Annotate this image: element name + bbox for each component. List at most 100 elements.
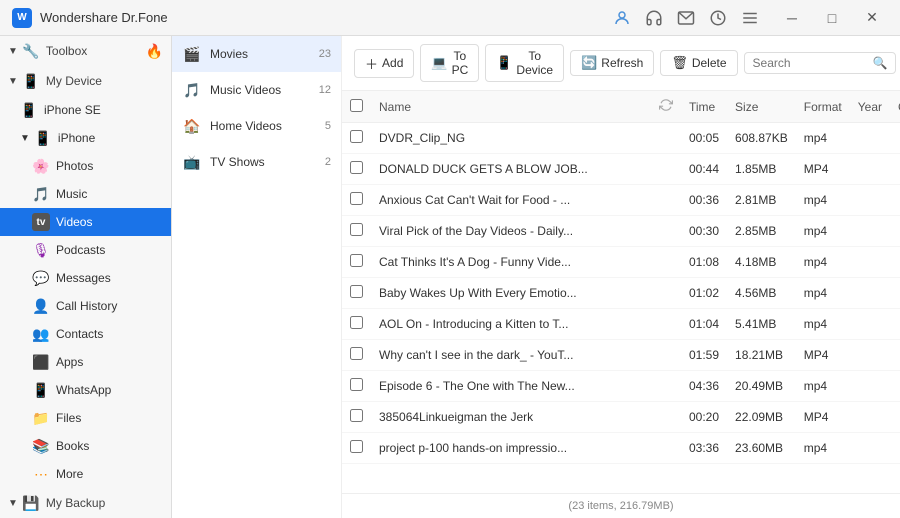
iphone-label: iPhone xyxy=(58,131,163,145)
sidebar-item-contacts[interactable]: 👥 Contacts xyxy=(0,320,171,348)
delete-label: Delete xyxy=(692,56,727,70)
row-checkbox-1[interactable] xyxy=(350,161,363,174)
row-check-10[interactable] xyxy=(342,433,371,464)
sidebar-item-messages[interactable]: 💬 Messages xyxy=(0,264,171,292)
home-videos-count: 5 xyxy=(325,120,331,132)
podcasts-label: Podcasts xyxy=(56,243,163,257)
home-videos-label: Home Videos xyxy=(210,119,325,133)
sidebar-item-iphonese[interactable]: 📱 iPhone SE xyxy=(0,96,171,124)
category-tv-shows[interactable]: 📺 TV Shows 2 xyxy=(172,144,341,180)
content-area: 🎬 Movies 23 🎵 Music Videos 12 🏠 Home Vid… xyxy=(172,36,900,518)
row-check-7[interactable] xyxy=(342,340,371,371)
to-pc-button[interactable]: 💻 To PC xyxy=(420,44,479,82)
row-sync-9 xyxy=(651,402,681,433)
contacts-icon: 👥 xyxy=(32,325,50,343)
search-input[interactable] xyxy=(753,56,873,70)
row-format-10: mp4 xyxy=(796,433,850,464)
table-row: DVDR_Clip_NG 00:05 608.87KB mp4 xyxy=(342,123,900,154)
col-header-format: Format xyxy=(796,91,850,123)
sidebar-item-videos[interactable]: tv Videos xyxy=(0,208,171,236)
delete-button[interactable]: 🗑 Delete xyxy=(660,50,737,76)
row-format-0: mp4 xyxy=(796,123,850,154)
row-time-0: 00:05 xyxy=(681,123,727,154)
sidebar-item-podcasts[interactable]: 🎙 Podcasts xyxy=(0,236,171,264)
row-checkbox-10[interactable] xyxy=(350,440,363,453)
row-checkbox-6[interactable] xyxy=(350,316,363,329)
mydevice-label: My Device xyxy=(46,74,163,88)
row-checkbox-3[interactable] xyxy=(350,223,363,236)
sidebar-item-music[interactable]: 🎵 Music xyxy=(0,180,171,208)
row-year-0 xyxy=(850,123,890,154)
row-genre-7 xyxy=(890,340,900,371)
mail-icon[interactable] xyxy=(672,4,700,32)
books-label: Books xyxy=(56,439,163,453)
sidebar-group-mybackup[interactable]: ▼ 💾 My Backup xyxy=(0,488,171,518)
row-check-5[interactable] xyxy=(342,278,371,309)
search-icon: 🔍 xyxy=(873,56,888,70)
sidebar-item-apps[interactable]: ⬛ Apps xyxy=(0,348,171,376)
row-name-6: AOL On - Introducing a Kitten to T... xyxy=(371,309,651,340)
mybackup-label: My Backup xyxy=(46,496,163,510)
to-device-button[interactable]: 📱 To Device xyxy=(485,44,564,82)
files-icon: 📁 xyxy=(32,409,50,427)
maximize-button[interactable]: □ xyxy=(816,6,848,30)
row-checkbox-2[interactable] xyxy=(350,192,363,205)
row-year-9 xyxy=(850,402,890,433)
category-music-videos[interactable]: 🎵 Music Videos 12 xyxy=(172,72,341,108)
search-box[interactable]: 🔍 xyxy=(744,52,897,74)
sidebar: ▼ 🔧 Toolbox 🔥 ▼ 📱 My Device 📱 iPhone SE … xyxy=(0,36,172,518)
row-check-0[interactable] xyxy=(342,123,371,154)
menu-icon[interactable] xyxy=(736,4,764,32)
user-icon[interactable] xyxy=(608,4,636,32)
sidebar-item-files[interactable]: 📁 Files xyxy=(0,404,171,432)
row-time-5: 01:02 xyxy=(681,278,727,309)
col-header-check[interactable] xyxy=(342,91,371,123)
table-row: Anxious Cat Can't Wait for Food - ... 00… xyxy=(342,185,900,216)
sidebar-group-mydevice[interactable]: ▼ 📱 My Device xyxy=(0,66,171,96)
row-checkbox-5[interactable] xyxy=(350,285,363,298)
row-checkbox-7[interactable] xyxy=(350,347,363,360)
row-genre-2 xyxy=(890,185,900,216)
row-time-2: 00:36 xyxy=(681,185,727,216)
sidebar-item-more[interactable]: ⋯ More xyxy=(0,460,171,488)
row-checkbox-8[interactable] xyxy=(350,378,363,391)
row-check-3[interactable] xyxy=(342,216,371,247)
row-check-4[interactable] xyxy=(342,247,371,278)
row-year-3 xyxy=(850,216,890,247)
row-checkbox-4[interactable] xyxy=(350,254,363,267)
row-check-1[interactable] xyxy=(342,154,371,185)
sidebar-item-callhistory[interactable]: 👤 Call History xyxy=(0,292,171,320)
sidebar-item-photos[interactable]: 🌸 Photos xyxy=(0,152,171,180)
row-size-1: 1.85MB xyxy=(727,154,796,185)
refresh-button[interactable]: 🔄 Refresh xyxy=(570,50,654,76)
sidebar-item-iphone[interactable]: ▼ 📱 iPhone xyxy=(0,124,171,152)
row-size-5: 4.56MB xyxy=(727,278,796,309)
messages-label: Messages xyxy=(56,271,163,285)
select-all-checkbox[interactable] xyxy=(350,99,363,112)
sidebar-item-books[interactable]: 📚 Books xyxy=(0,432,171,460)
sidebar-item-toolbox[interactable]: ▼ 🔧 Toolbox 🔥 xyxy=(0,36,171,66)
row-check-6[interactable] xyxy=(342,309,371,340)
row-checkbox-9[interactable] xyxy=(350,409,363,422)
row-check-8[interactable] xyxy=(342,371,371,402)
minimize-button[interactable]: ─ xyxy=(776,6,808,30)
refresh-icon: 🔄 xyxy=(581,55,597,71)
row-time-4: 01:08 xyxy=(681,247,727,278)
row-format-7: MP4 xyxy=(796,340,850,371)
category-home-videos[interactable]: 🏠 Home Videos 5 xyxy=(172,108,341,144)
headphone-icon[interactable] xyxy=(640,4,668,32)
row-size-10: 23.60MB xyxy=(727,433,796,464)
sidebar-item-whatsapp[interactable]: 📱 WhatsApp xyxy=(0,376,171,404)
row-size-3: 2.85MB xyxy=(727,216,796,247)
table-row: Cat Thinks It's A Dog - Funny Vide... 01… xyxy=(342,247,900,278)
row-checkbox-0[interactable] xyxy=(350,130,363,143)
close-button[interactable]: ✕ xyxy=(856,6,888,30)
row-check-9[interactable] xyxy=(342,402,371,433)
row-check-2[interactable] xyxy=(342,185,371,216)
history-icon[interactable] xyxy=(704,4,732,32)
podcasts-icon: 🎙 xyxy=(32,241,50,259)
title-bar: W Wondershare Dr.Fone ─ □ ✕ xyxy=(0,0,900,36)
files-label: Files xyxy=(56,411,163,425)
category-movies[interactable]: 🎬 Movies 23 xyxy=(172,36,341,72)
add-button[interactable]: ＋ Add xyxy=(354,49,414,78)
